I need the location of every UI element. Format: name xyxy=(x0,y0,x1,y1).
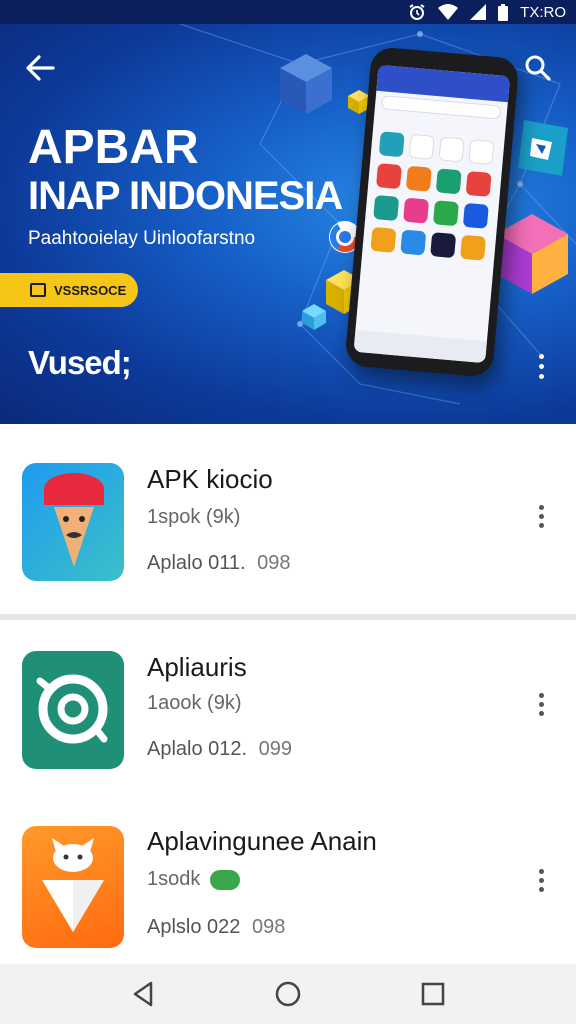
nav-home-button[interactable] xyxy=(264,970,312,1018)
hero-more-options-button[interactable] xyxy=(530,348,552,384)
app-version-number: Aplslo 022 xyxy=(147,916,241,938)
hero-title-line2: INAP INDONESIA xyxy=(28,174,343,218)
phone-screen xyxy=(353,64,511,364)
app-screen: TX:RO APBAR INAP INDONESIA Paahtooielay … xyxy=(0,0,576,1024)
back-triangle-icon xyxy=(133,981,152,1007)
list-item[interactable]: Apliauris 1aook (9k) Aplalo 012. 099 xyxy=(0,620,576,806)
app-version-suffix: 098 xyxy=(257,552,291,574)
app-name: Aplavingunee Anain xyxy=(147,826,377,856)
app-more-options-button[interactable] xyxy=(530,686,552,722)
app-size: 1spok (9k) xyxy=(147,506,241,528)
system-navigation-bar xyxy=(0,964,576,1024)
phone-mockup xyxy=(344,46,520,378)
app-version: Aplalo 012. 099 xyxy=(147,738,292,761)
alarm-icon xyxy=(408,3,426,21)
nav-back-button[interactable] xyxy=(119,970,167,1018)
badge-icon xyxy=(30,283,46,297)
app-more-options-button[interactable] xyxy=(530,498,552,534)
app-version: Aplalo 011. 098 xyxy=(147,552,291,575)
list-item[interactable]: Aplavingunee Anain 1sodk Aplslo 022 098 xyxy=(0,796,576,964)
cube-decoration xyxy=(302,304,326,330)
app-version-number: Aplalo 012. xyxy=(147,738,248,760)
character-face-icon xyxy=(22,463,124,581)
hero-badge-label: VSSRSOCE xyxy=(54,282,127,298)
home-circle-icon xyxy=(275,981,301,1007)
search-button[interactable] xyxy=(518,50,558,86)
app-name: APK kiocio xyxy=(147,464,273,494)
hero-badge-button[interactable]: VSSRSOCE xyxy=(0,273,138,307)
app-version-suffix: 099 xyxy=(258,738,293,760)
app-store-tile-icon xyxy=(518,120,568,176)
app-size: 1sodk xyxy=(147,868,240,891)
cube-decoration xyxy=(280,54,332,114)
hero-title-line1: APBAR xyxy=(28,121,199,174)
cube-decoration xyxy=(496,214,568,294)
nav-recents-button[interactable] xyxy=(409,970,457,1018)
search-icon xyxy=(525,55,551,81)
hero-section-label: Vused; xyxy=(28,344,132,381)
app-size-value: 1sodk xyxy=(147,868,201,890)
hero-banner: APBAR INAP INDONESIA Paahtooielay Uinloo… xyxy=(0,24,576,424)
status-time: TX:RO xyxy=(520,3,566,21)
recents-square-icon xyxy=(422,982,445,1006)
status-bar: TX:RO xyxy=(0,0,576,24)
app-more-options-button[interactable] xyxy=(530,862,552,898)
app-version-suffix: 098 xyxy=(251,916,286,938)
wifi-icon xyxy=(438,4,459,20)
signal-icon xyxy=(470,4,487,20)
app-version: Aplslo 022 098 xyxy=(147,916,285,939)
verified-badge-icon xyxy=(209,869,240,890)
back-button[interactable] xyxy=(20,50,60,86)
app-name: Apliauris xyxy=(147,652,247,682)
fox-cone-icon xyxy=(22,826,124,948)
swirl-logo-icon xyxy=(22,651,124,769)
hero-subtitle: Paahtooielay Uinloofarstno xyxy=(28,228,256,249)
arrow-left-icon xyxy=(26,55,55,81)
battery-icon xyxy=(498,3,509,21)
app-size: 1aook (9k) xyxy=(147,692,242,714)
list-item[interactable]: APK kiocio 1spok (9k) Aplalo 011. 098 xyxy=(0,424,576,610)
app-version-number: Aplalo 011. xyxy=(147,552,246,574)
